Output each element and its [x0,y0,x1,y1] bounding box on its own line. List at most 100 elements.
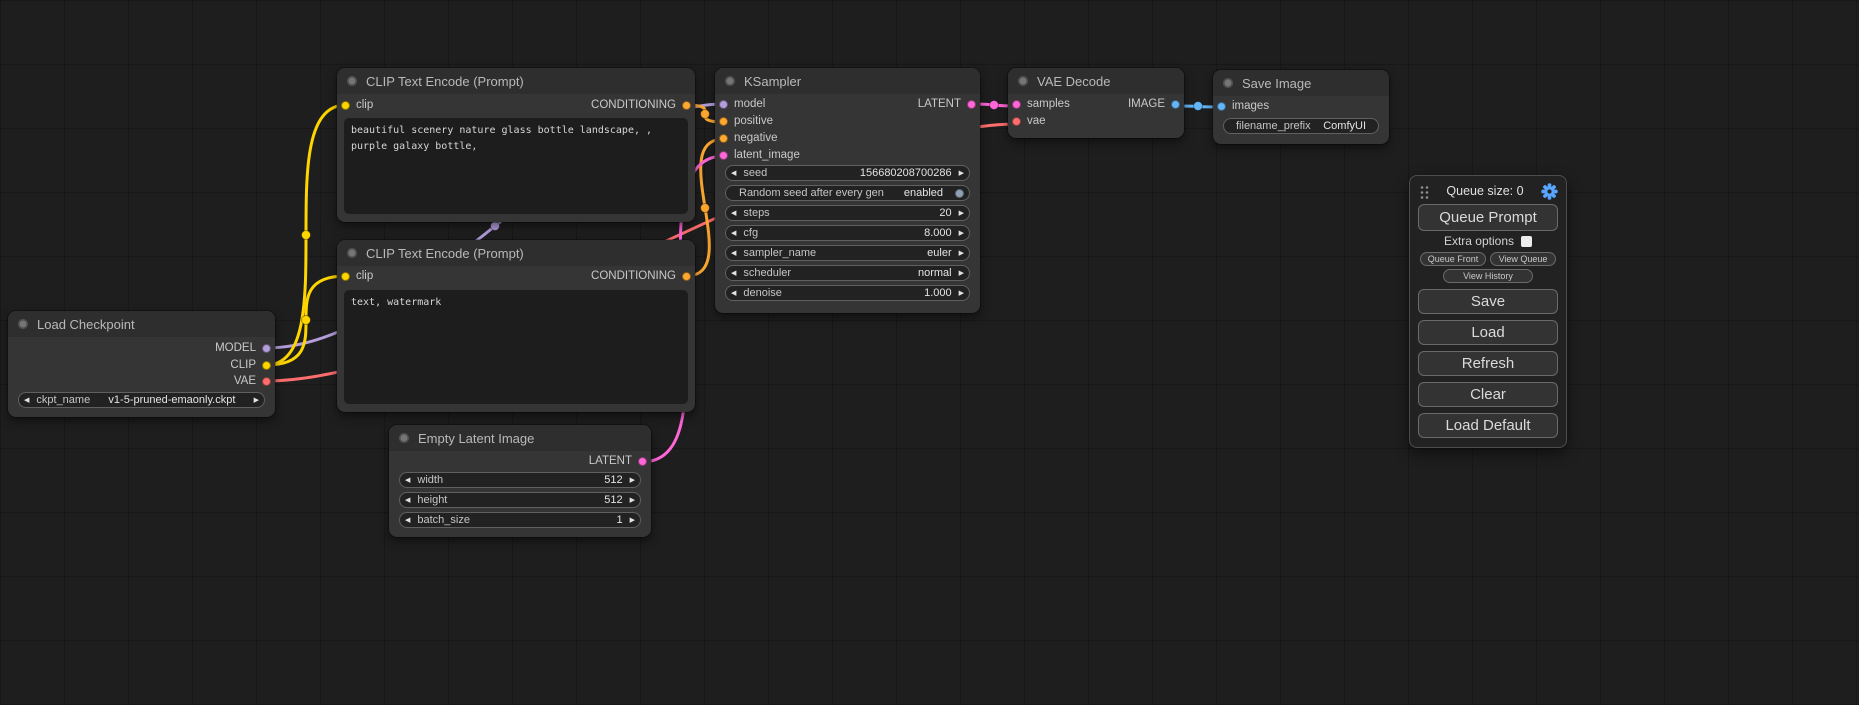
widget-value: 20 [939,207,951,219]
queue-prompt-button[interactable]: Queue Prompt [1418,204,1558,231]
slot-dot-vae[interactable] [262,377,271,386]
node-clip-text-encode-negative[interactable]: CLIP Text Encode (Prompt) clip CONDITION… [337,240,695,412]
widget-label: sampler_name [743,247,927,259]
collapse-dot-icon[interactable] [1223,78,1233,88]
settings-button[interactable] [1541,183,1558,200]
refresh-button[interactable]: Refresh [1418,351,1558,376]
collapse-dot-icon[interactable] [18,319,28,329]
scheduler-widget[interactable]: ◀ scheduler normal ▶ [725,265,970,281]
slot-label: images [1232,100,1269,112]
load-default-button[interactable]: Load Default [1418,413,1558,438]
decrement-arrow-icon[interactable]: ◀ [731,210,736,217]
slot-label: LATENT [918,98,961,110]
view-history-button[interactable]: View History [1443,269,1533,283]
slot-dot-clip[interactable] [262,361,271,370]
increment-arrow-icon[interactable]: ▶ [959,210,964,217]
node-vae-decode[interactable]: VAE Decode samples vae IMAGE [1008,68,1184,138]
node-load-checkpoint[interactable]: Load Checkpoint MODEL CLIP VAE ◀ ckpt_na… [8,311,275,417]
slot-label: CONDITIONING [591,270,676,282]
increment-arrow-icon[interactable]: ▶ [959,250,964,257]
random-seed-toggle-widget[interactable]: Random seed after every gen enabled [725,185,970,201]
denoise-widget[interactable]: ◀ denoise 1.000 ▶ [725,285,970,301]
slot-dot-model[interactable] [262,344,271,353]
seed-widget[interactable]: ◀ seed 156680208700286 ▶ [725,165,970,181]
increment-arrow-icon[interactable]: ▶ [959,230,964,237]
increment-arrow-icon[interactable]: ▶ [959,270,964,277]
clear-button[interactable]: Clear [1418,382,1558,407]
increment-arrow-icon[interactable]: ▶ [254,397,259,404]
collapse-dot-icon[interactable] [347,248,357,258]
widget-value: enabled [904,187,943,199]
collapse-dot-icon[interactable] [1018,76,1028,86]
height-widget[interactable]: ◀ height 512 ▶ [399,492,641,508]
prompt-text-area[interactable]: beautiful scenery nature glass bottle la… [344,118,688,214]
node-title-bar[interactable]: VAE Decode [1008,68,1184,94]
slot-dot-latent[interactable] [719,151,728,160]
widget-value: 1.000 [924,287,952,299]
drag-handle-icon[interactable] [1419,184,1429,199]
width-widget[interactable]: ◀ width 512 ▶ [399,472,641,488]
node-title-bar[interactable]: CLIP Text Encode (Prompt) [337,240,695,266]
widget-value: 512 [604,474,622,486]
node-title-bar[interactable]: Load Checkpoint [8,311,275,337]
slot-dot-vae[interactable] [1012,117,1021,126]
input-slot-negative: negative [715,130,980,146]
slot-dot-latent[interactable] [638,457,647,466]
slot-dot-conditioning[interactable] [719,134,728,143]
panel-header: Queue size: 0 [1418,181,1558,201]
collapse-dot-icon[interactable] [725,76,735,86]
decrement-arrow-icon[interactable]: ◀ [731,250,736,257]
node-title-bar[interactable]: Save Image [1213,70,1389,96]
decrement-arrow-icon[interactable]: ◀ [731,290,736,297]
node-empty-latent-image[interactable]: Empty Latent Image LATENT ◀ width 512 ▶ … [389,425,651,537]
save-button[interactable]: Save [1418,289,1558,314]
increment-arrow-icon[interactable]: ▶ [959,170,964,177]
slot-label: CLIP [230,359,256,371]
decrement-arrow-icon[interactable]: ◀ [731,170,736,177]
steps-widget[interactable]: ◀ steps 20 ▶ [725,205,970,221]
slot-dot-image[interactable] [1217,102,1226,111]
node-save-image[interactable]: Save Image images filename_prefix ComfyU… [1213,70,1389,144]
batch-size-widget[interactable]: ◀ batch_size 1 ▶ [399,512,641,528]
extra-options-checkbox[interactable] [1521,236,1532,247]
sampler-name-widget[interactable]: ◀ sampler_name euler ▶ [725,245,970,261]
slot-dot-image[interactable] [1171,100,1180,109]
decrement-arrow-icon[interactable]: ◀ [731,230,736,237]
prompt-text-area[interactable]: text, watermark [344,290,688,404]
slot-dot-conditioning[interactable] [682,272,691,281]
node-title-bar[interactable]: KSampler [715,68,980,94]
increment-arrow-icon[interactable]: ▶ [630,477,635,484]
slot-dot-latent[interactable] [967,100,976,109]
increment-arrow-icon[interactable]: ▶ [959,290,964,297]
node-title: CLIP Text Encode (Prompt) [366,246,524,261]
slot-dot-conditioning[interactable] [719,117,728,126]
cfg-widget[interactable]: ◀ cfg 8.000 ▶ [725,225,970,241]
view-queue-button[interactable]: View Queue [1490,252,1556,266]
decrement-arrow-icon[interactable]: ◀ [405,517,410,524]
output-slot-clip: CLIP [8,357,275,373]
input-slot-positive: positive [715,113,980,129]
load-button[interactable]: Load [1418,320,1558,345]
widget-label: Random seed after every gen [739,187,904,199]
widget-value: 512 [604,494,622,506]
filename-prefix-widget[interactable]: filename_prefix ComfyUI [1223,118,1379,134]
widget-label: height [417,494,604,506]
decrement-arrow-icon[interactable]: ◀ [731,270,736,277]
decrement-arrow-icon[interactable]: ◀ [405,497,410,504]
extra-options-row: Extra options [1418,234,1558,248]
toggle-state-icon[interactable] [955,189,964,198]
node-title-bar[interactable]: Empty Latent Image [389,425,651,451]
slot-dot-conditioning[interactable] [682,101,691,110]
ckpt-name-widget[interactable]: ◀ ckpt_name v1-5-pruned-emaonly.ckpt ▶ [18,392,265,408]
decrement-arrow-icon[interactable]: ◀ [405,477,410,484]
queue-front-button[interactable]: Queue Front [1420,252,1486,266]
node-ksampler[interactable]: KSampler model positive negative latent_… [715,68,980,313]
decrement-arrow-icon[interactable]: ◀ [24,397,29,404]
input-slot-images: images [1213,98,1389,114]
node-title-bar[interactable]: CLIP Text Encode (Prompt) [337,68,695,94]
increment-arrow-icon[interactable]: ▶ [630,517,635,524]
collapse-dot-icon[interactable] [399,433,409,443]
increment-arrow-icon[interactable]: ▶ [630,497,635,504]
collapse-dot-icon[interactable] [347,76,357,86]
node-clip-text-encode-positive[interactable]: CLIP Text Encode (Prompt) clip CONDITION… [337,68,695,222]
